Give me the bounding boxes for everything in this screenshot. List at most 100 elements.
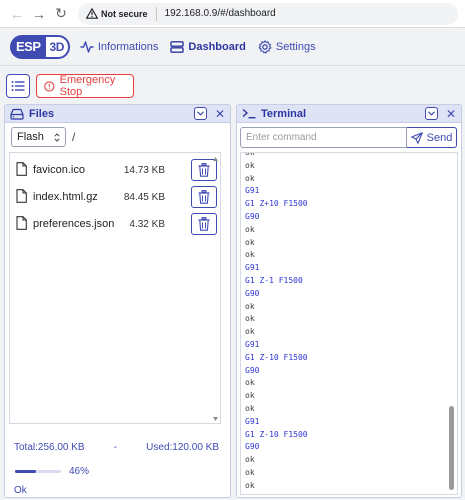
reload-icon[interactable]: ↻ (50, 3, 72, 25)
terminal-line: G91 (245, 263, 260, 273)
trash-icon (198, 163, 210, 177)
files-panel: Files ✕ Flash / favicon.ico 14.73 KB ind… (4, 104, 231, 498)
terminal-line: G1 Z-10 F1500 (245, 352, 308, 362)
activity-icon (80, 40, 94, 53)
terminal-line: ok (245, 378, 255, 388)
files-title-label: Files (29, 107, 55, 120)
terminal-line: G91 (245, 339, 260, 349)
file-name[interactable]: preferences.json (33, 218, 114, 230)
terminal-collapse-button[interactable] (424, 107, 438, 120)
nav-dashboard-label: Dashboard (188, 40, 246, 53)
nav-settings[interactable]: Settings (258, 39, 316, 54)
file-icon (16, 189, 27, 203)
terminal-line: ok (245, 160, 255, 170)
file-size: 14.73 KB (123, 164, 165, 176)
list-icon (11, 81, 25, 91)
storage-used: Used:120.00 KB (146, 442, 219, 453)
storage-total: Total:256.00 KB (14, 442, 85, 453)
warning-icon (86, 8, 98, 19)
logo-esp-text: ESP (10, 34, 44, 59)
send-button[interactable]: Send (407, 127, 457, 148)
trash-icon (198, 217, 210, 231)
alert-circle-icon (44, 80, 55, 92)
emergency-stop-label: Emergency Stop (59, 74, 116, 98)
terminal-close-icon[interactable]: ✕ (446, 108, 456, 120)
chevron-down-icon (197, 111, 204, 116)
nav-informations-label: Informations (97, 40, 159, 53)
send-icon (410, 131, 423, 144)
terminal-scrollbar-thumb[interactable] (449, 406, 454, 490)
command-bar: Send (240, 127, 457, 148)
nav-settings-label: Settings (275, 40, 316, 53)
terminal-line: ok (245, 403, 255, 413)
file-list-scrollbar[interactable] (213, 157, 218, 421)
nav-dashboard[interactable]: Dashboard (170, 40, 246, 53)
terminal-line: G90 (245, 442, 260, 452)
terminal-output[interactable]: ok ok ok G91 G1 Z+10 F1500 G90 ok ok ok G91 G1 Z-1… (240, 152, 458, 495)
trash-icon (198, 190, 210, 204)
terminal-title: Terminal (242, 108, 425, 120)
terminal-line: G1 Z-10 F1500 (245, 429, 308, 439)
file-list: favicon.ico 14.73 KB index.html.gz 84.45… (9, 152, 221, 424)
esp3d-logo[interactable]: ESP 3D (10, 34, 70, 60)
storage-usage-progress: 46% (15, 466, 89, 477)
app-header: ESP 3D Informations Dashboard Settings (0, 28, 465, 66)
file-name[interactable]: index.html.gz (33, 191, 98, 203)
terminal-line: ok (245, 301, 255, 311)
terminal-panel-header: Terminal ✕ (237, 105, 461, 123)
nav-informations[interactable]: Informations (80, 40, 159, 53)
terminal-line: ok (245, 224, 255, 234)
file-row[interactable]: preferences.json 4.32 KB (10, 211, 220, 237)
file-name[interactable]: favicon.ico (33, 164, 85, 176)
send-label: Send (426, 131, 453, 144)
terminal-line: G90 (245, 365, 260, 375)
progress-track (15, 470, 61, 473)
file-row[interactable]: index.html.gz 84.45 KB (10, 184, 220, 210)
dashboard-icon (170, 40, 185, 53)
back-icon[interactable]: ← (6, 3, 28, 25)
files-collapse-button[interactable] (193, 107, 207, 120)
file-icon (16, 216, 27, 230)
terminal-line: G90 (245, 288, 260, 298)
progress-label: 46% (69, 466, 90, 477)
terminal-line: ok (245, 455, 255, 465)
address-separator (155, 6, 157, 21)
file-size: 4.32 KB (129, 218, 165, 230)
file-row[interactable]: favicon.ico 14.73 KB (10, 157, 220, 183)
terminal-line: ok (245, 173, 255, 183)
terminal-title-label: Terminal (261, 107, 307, 120)
command-input[interactable] (240, 127, 407, 148)
terminal-line: ok (245, 327, 255, 337)
files-close-icon[interactable]: ✕ (215, 108, 225, 120)
terminal-line: G1 Z+10 F1500 (245, 199, 308, 209)
terminal-icon (242, 108, 256, 119)
gear-icon (258, 39, 272, 53)
progress-fill (15, 470, 37, 473)
terminal-line: G91 (245, 186, 260, 196)
storage-summary: Total:256.00 KB - Used:120.00 KB (14, 442, 219, 453)
browser-toolbar: ← → ↻ Not secure 192.168.0.9/#/dashboard (0, 0, 465, 28)
file-size: 84.45 KB (123, 191, 165, 203)
logo-3d-text: 3D (43, 34, 70, 59)
current-path: / (72, 130, 76, 144)
terminal-line: G91 (245, 416, 260, 426)
terminal-line: ok (245, 480, 255, 490)
files-title: Files (10, 108, 194, 120)
emergency-stop-button[interactable]: Emergency Stop (36, 74, 134, 98)
security-indicator[interactable]: Not secure (86, 8, 148, 19)
security-label: Not secure (101, 8, 148, 19)
select-arrows-icon (54, 132, 60, 142)
file-icon (16, 162, 27, 176)
terminal-line: ok (245, 391, 255, 401)
panels-menu-button[interactable] (6, 74, 30, 98)
forward-icon[interactable]: → (28, 3, 50, 25)
chevron-down-icon (428, 111, 435, 116)
terminal-line: ok (245, 237, 255, 247)
address-bar[interactable]: Not secure 192.168.0.9/#/dashboard (78, 2, 458, 25)
url-text[interactable]: 192.168.0.9/#/dashboard (165, 8, 276, 19)
filesystem-select-value: Flash (17, 131, 44, 143)
storage-separator: - (113, 442, 118, 453)
terminal-line: G90 (245, 211, 260, 221)
filesystem-select[interactable]: Flash (11, 127, 66, 147)
terminal-line: ok (245, 467, 255, 477)
